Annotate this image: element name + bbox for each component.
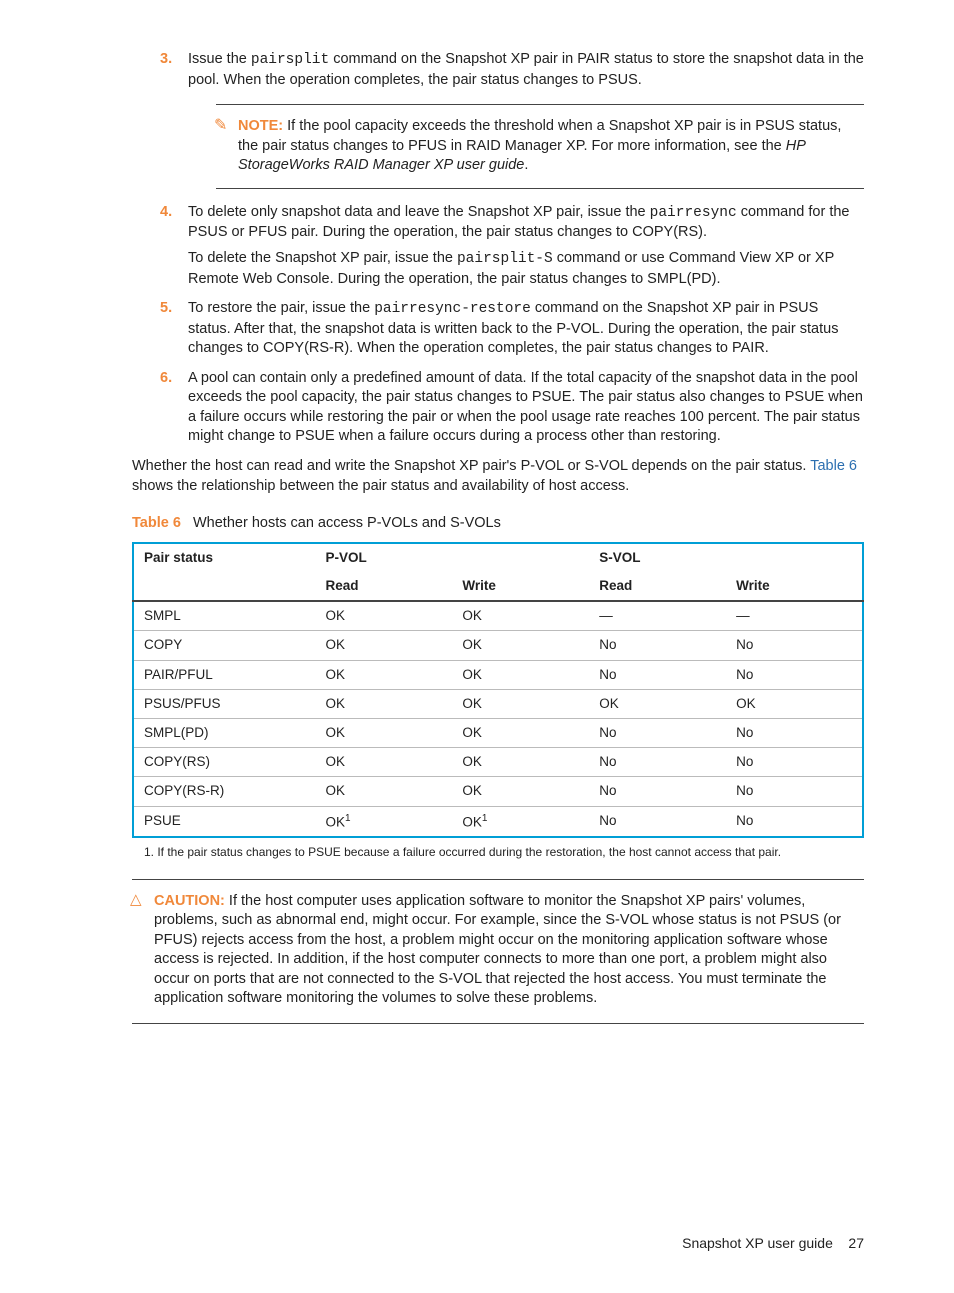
step-number: 3. (160, 50, 172, 70)
page-footer: Snapshot XP user guide 27 (160, 1234, 864, 1253)
table-cell: No (726, 806, 863, 837)
step-text: A pool can contain only a predefined amo… (188, 370, 863, 445)
table-row: SMPL(PD)OKOKNoNo (133, 719, 863, 748)
note-icon: ✎ (214, 115, 227, 137)
table-cell: No (726, 631, 863, 660)
th-write: Write (726, 572, 863, 601)
th-pair-status: Pair status (133, 543, 316, 601)
step-6: 6. A pool can contain only a predefined … (160, 369, 864, 447)
th-read: Read (589, 572, 726, 601)
table-cell: No (726, 660, 863, 689)
th-svol: S-VOL (589, 543, 863, 572)
step-3: 3. Issue the pairsplit command on the Sn… (160, 50, 864, 189)
table-cell: PSUE (133, 806, 316, 837)
step-paragraph: To delete the Snapshot XP pair, issue th… (188, 249, 864, 289)
caution-icon: △ (130, 890, 142, 910)
table-cell: OK (452, 631, 589, 660)
step-number: 4. (160, 203, 172, 223)
table-cell: COPY(RS-R) (133, 777, 316, 806)
step-5: 5. To restore the pair, issue the pairre… (160, 299, 864, 359)
table-cell: No (589, 660, 726, 689)
table-cell: OK (316, 601, 453, 631)
th-read: Read (316, 572, 453, 601)
table-caption: Table 6 Whether hosts can access P-VOLs … (132, 514, 864, 534)
table-cell: No (726, 748, 863, 777)
table-body: SMPLOKOK——COPYOKOKNoNoPAIR/PFULOKOKNoNoP… (133, 601, 863, 837)
table-cell: OK (726, 689, 863, 718)
table-cell: No (726, 777, 863, 806)
code-pairresync-restore: pairresync-restore (374, 301, 531, 317)
table-cell: SMPL (133, 601, 316, 631)
table-cell: OK (316, 660, 453, 689)
note-body: NOTE: If the pool capacity exceeds the t… (216, 117, 864, 176)
note-label: NOTE: (238, 118, 283, 134)
ordered-steps: 3. Issue the pairsplit command on the Sn… (160, 50, 864, 447)
table-cell: OK (452, 777, 589, 806)
table-cell: OK (452, 601, 589, 631)
caution-label: CAUTION: (154, 893, 225, 909)
table-label: Table 6 (132, 515, 181, 531)
table-cell: No (589, 719, 726, 748)
table-cell: SMPL(PD) (133, 719, 316, 748)
caution-text: If the host computer uses application so… (154, 893, 841, 1007)
th-pvol: P-VOL (316, 543, 590, 572)
step-text: Issue the pairsplit command on the Snaps… (188, 51, 864, 88)
footer-title: Snapshot XP user guide (682, 1235, 833, 1251)
table-cell: OK (452, 748, 589, 777)
table-row: SMPLOKOK—— (133, 601, 863, 631)
table-6-link[interactable]: Table 6 (810, 458, 857, 474)
table-cell: — (726, 601, 863, 631)
table-cell: — (589, 601, 726, 631)
table-row: COPY(RS)OKOKNoNo (133, 748, 863, 777)
code-pairsplit-s: pairsplit-S (457, 251, 553, 267)
table-head-row-1: Pair status P-VOL S-VOL (133, 543, 863, 572)
table-cell: COPY (133, 631, 316, 660)
table-cell: No (589, 631, 726, 660)
table-row: PAIR/PFULOKOKNoNo (133, 660, 863, 689)
th-write: Write (452, 572, 589, 601)
table-cell: OK (316, 719, 453, 748)
table-footnote: 1. If the pair status changes to PSUE be… (144, 844, 864, 860)
table-row: PSUEOK1OK1NoNo (133, 806, 863, 837)
table-row: PSUS/PFUSOKOKOKOK (133, 689, 863, 718)
table-cell: OK1 (452, 806, 589, 837)
paragraph-after-steps: Whether the host can read and write the … (132, 457, 864, 496)
note-block: ✎ NOTE: If the pool capacity exceeds the… (216, 104, 864, 189)
caution-body: CAUTION: If the host computer uses appli… (132, 892, 864, 1009)
step-paragraph: To delete only snapshot data and leave t… (188, 203, 864, 243)
table-cell: No (726, 719, 863, 748)
table-cell: No (589, 806, 726, 837)
step-number: 5. (160, 299, 172, 319)
table-title: Whether hosts can access P-VOLs and S-VO… (193, 515, 501, 531)
table-cell: PSUS/PFUS (133, 689, 316, 718)
table-cell: OK (316, 777, 453, 806)
table-cell: OK1 (316, 806, 453, 837)
table-cell: OK (316, 689, 453, 718)
table-cell: COPY(RS) (133, 748, 316, 777)
code-pairresync: pairresync (650, 205, 737, 221)
step-4: 4. To delete only snapshot data and leav… (160, 203, 864, 289)
table-cell: OK (452, 689, 589, 718)
table-cell: PAIR/PFUL (133, 660, 316, 689)
table-cell: OK (316, 631, 453, 660)
step-text: To restore the pair, issue the pairresyn… (188, 300, 838, 356)
table-cell: OK (452, 719, 589, 748)
table-cell: OK (452, 660, 589, 689)
access-table: Pair status P-VOL S-VOL Read Write Read … (132, 542, 864, 839)
caution-block: △ CAUTION: If the host computer uses app… (132, 879, 864, 1024)
code-pairsplit: pairsplit (251, 52, 329, 68)
table-cell: No (589, 777, 726, 806)
table-cell: OK (589, 689, 726, 718)
table-row: COPYOKOKNoNo (133, 631, 863, 660)
step-number: 6. (160, 369, 172, 389)
footer-page: 27 (848, 1235, 864, 1251)
table-row: COPY(RS-R)OKOKNoNo (133, 777, 863, 806)
table-cell: No (589, 748, 726, 777)
table-cell: OK (316, 748, 453, 777)
